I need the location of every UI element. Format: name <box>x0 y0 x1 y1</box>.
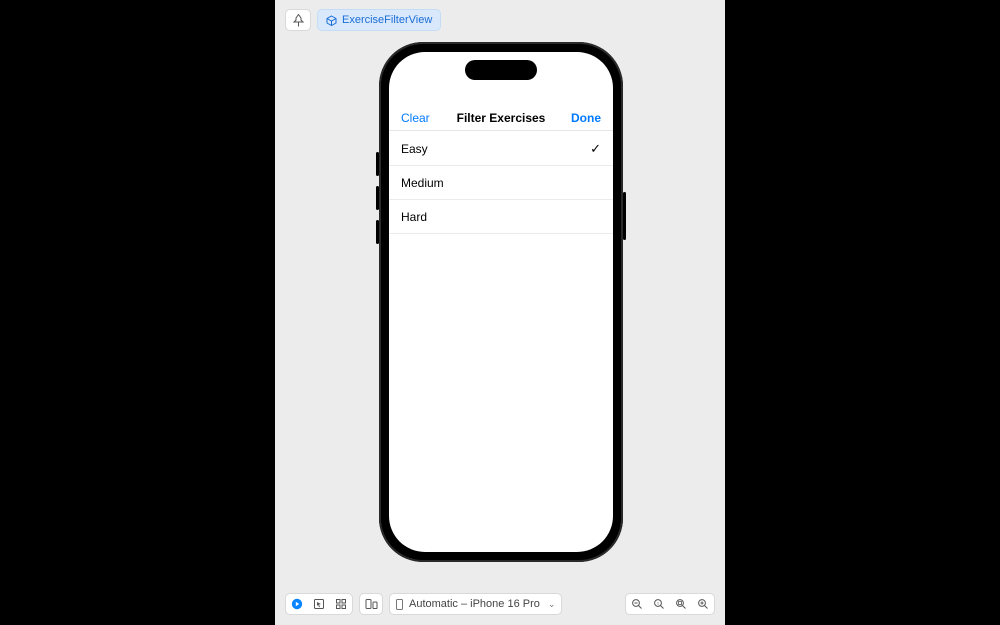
selectable-preview-button[interactable] <box>308 594 330 614</box>
filter-list: Easy ✓ Medium Hard <box>389 132 613 234</box>
nav-title: Filter Exercises <box>441 111 561 125</box>
zoom-actual-button[interactable]: 1 <box>648 594 670 614</box>
preview-view-chip[interactable]: ExerciseFilterView <box>317 9 441 31</box>
play-circle-icon <box>291 598 303 610</box>
zoom-fit-button[interactable] <box>670 594 692 614</box>
pin-button[interactable] <box>285 9 311 31</box>
variants-button[interactable] <box>330 594 352 614</box>
filter-row-medium[interactable]: Medium <box>389 166 613 200</box>
device-settings-group <box>359 593 383 615</box>
svg-text:1: 1 <box>657 601 660 606</box>
zoom-out-icon <box>631 598 643 610</box>
live-preview-button[interactable] <box>286 594 308 614</box>
zoom-in-icon <box>697 598 709 610</box>
filter-row-label: Easy <box>401 142 428 156</box>
struct-icon <box>326 15 337 26</box>
phone-icon <box>396 599 403 610</box>
dynamic-island <box>465 60 537 80</box>
cursor-rect-icon <box>313 598 325 610</box>
device-frame: Clear Filter Exercises Done Easy ✓ Mediu… <box>379 42 623 562</box>
preview-mode-group <box>285 593 353 615</box>
zoom-group: 1 <box>625 593 715 615</box>
preview-view-name: ExerciseFilterView <box>342 14 432 26</box>
filter-row-hard[interactable]: Hard <box>389 200 613 234</box>
chevron-down-icon: ⌄ <box>548 599 556 610</box>
clear-button[interactable]: Clear <box>401 111 441 125</box>
filter-row-easy[interactable]: Easy ✓ <box>389 132 613 166</box>
preview-canvas: ExerciseFilterView Clear Filter Exercise… <box>275 0 725 625</box>
pin-icon <box>293 14 304 27</box>
done-button[interactable]: Done <box>561 111 601 125</box>
zoom-out-button[interactable] <box>626 594 648 614</box>
device-settings-button[interactable] <box>360 594 382 614</box>
zoom-100-icon: 1 <box>653 598 665 610</box>
navigation-bar: Clear Filter Exercises Done <box>389 108 613 128</box>
filter-row-label: Medium <box>401 176 444 190</box>
grid-icon <box>335 598 347 610</box>
canvas-top-toolbar: ExerciseFilterView <box>285 9 441 31</box>
canvas-bottom-toolbar: Automatic – iPhone 16 Pro ⌄ 1 <box>285 593 715 615</box>
device-screen: Clear Filter Exercises Done Easy ✓ Mediu… <box>389 52 613 552</box>
zoom-fit-icon <box>675 598 687 610</box>
filter-row-label: Hard <box>401 210 427 224</box>
device-label: Automatic – iPhone 16 Pro <box>409 598 540 610</box>
nav-divider <box>389 130 613 131</box>
checkmark-icon: ✓ <box>590 141 601 157</box>
zoom-in-button[interactable] <box>692 594 714 614</box>
device-selector[interactable]: Automatic – iPhone 16 Pro ⌄ <box>389 593 562 615</box>
device-settings-icon <box>365 598 378 610</box>
